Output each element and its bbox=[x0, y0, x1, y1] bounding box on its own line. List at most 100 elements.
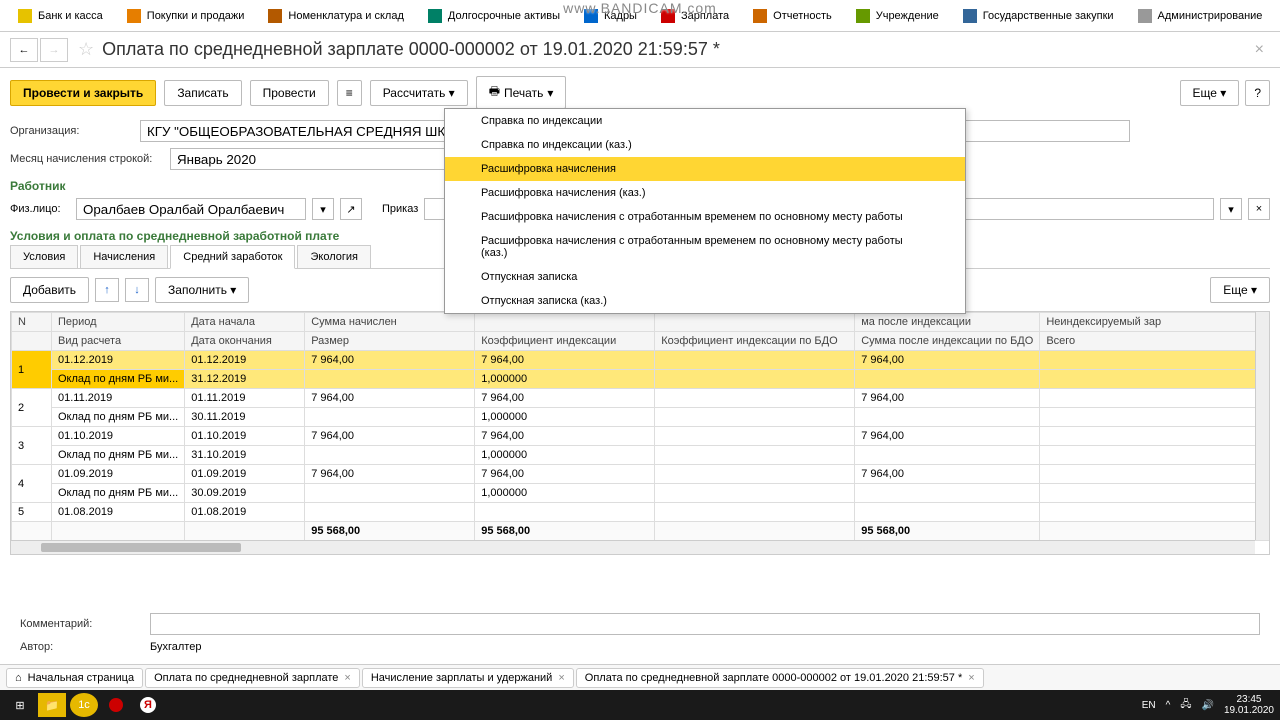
comment-label: Комментарий: bbox=[20, 618, 150, 630]
windows-taskbar: ⊞ 📁 1c Я EN ^ 🖧 🔊 23:45 19.01.2020 bbox=[0, 690, 1280, 720]
move-down-icon[interactable]: ↓ bbox=[125, 278, 149, 302]
1c-icon[interactable]: 1c bbox=[70, 693, 98, 717]
table-row[interactable]: Оклад по дням РБ ми...30.11.20191,000000 bbox=[12, 408, 1269, 427]
print-dropdown-menu: Справка по индексации Справка по индекса… bbox=[444, 108, 966, 314]
fill-button[interactable]: Заполнить ▾ bbox=[155, 277, 249, 303]
print-button[interactable]: 🖶Печать ▾ bbox=[476, 76, 567, 109]
table-row[interactable]: 201.11.201901.11.20197 964,007 964,007 9… bbox=[12, 389, 1269, 408]
nav-org[interactable]: Учреждение bbox=[844, 0, 951, 31]
nav-label: Покупки и продажи bbox=[147, 10, 245, 22]
tab-average-salary[interactable]: Средний заработок bbox=[170, 245, 295, 269]
yandex-icon[interactable]: Я bbox=[134, 693, 162, 717]
table-row[interactable]: 301.10.201901.10.20197 964,007 964,007 9… bbox=[12, 427, 1269, 446]
post-button[interactable]: Провести bbox=[250, 80, 329, 106]
month-input[interactable] bbox=[170, 148, 470, 170]
header-row-1: N Период Дата начала Сумма начислен ма п… bbox=[12, 313, 1269, 332]
tab-close-icon[interactable]: × bbox=[344, 672, 350, 684]
list-icon-button[interactable]: ≡ bbox=[337, 80, 362, 106]
print-item-decoding-worked[interactable]: Расшифровка начисления с отработанным вр… bbox=[445, 205, 965, 229]
window-tab-3[interactable]: Оплата по среднедневной зарплате 0000-00… bbox=[576, 668, 984, 688]
volume-icon[interactable]: 🔊 bbox=[1201, 700, 1213, 711]
author-label: Автор: bbox=[20, 641, 150, 653]
window-tabs: ⌂Начальная страница Оплата по среднеднев… bbox=[0, 664, 1280, 690]
add-button[interactable]: Добавить bbox=[10, 277, 89, 303]
comment-input[interactable] bbox=[150, 613, 1260, 635]
nav-label: Долгосрочные активы bbox=[448, 10, 560, 22]
nav-procurement[interactable]: Государственные закупки bbox=[951, 0, 1126, 31]
help-button[interactable]: ? bbox=[1245, 80, 1270, 106]
tab-ecology[interactable]: Экология bbox=[297, 245, 371, 268]
month-label: Месяц начисления строкой: bbox=[10, 153, 170, 165]
employee-label: Физ.лицо: bbox=[10, 203, 70, 215]
print-item-decoding[interactable]: Расшифровка начисления bbox=[445, 157, 965, 181]
tray-up-icon[interactable]: ^ bbox=[1166, 700, 1171, 711]
nav-bank[interactable]: Банк и касса bbox=[6, 0, 115, 31]
header-row-2: Вид расчета Дата окончания Размер Коэффи… bbox=[12, 332, 1269, 351]
bottom-form: Комментарий: Автор: Бухгалтер bbox=[0, 606, 1280, 660]
window-tab-1[interactable]: Оплата по среднедневной зарплате× bbox=[145, 668, 360, 688]
table-row[interactable]: 401.09.201901.09.20197 964,007 964,007 9… bbox=[12, 465, 1269, 484]
calculate-button[interactable]: Рассчитать ▾ bbox=[370, 80, 468, 106]
print-item-decoding-kaz[interactable]: Расшифровка начисления (каз.) bbox=[445, 181, 965, 205]
start-icon[interactable]: ⊞ bbox=[6, 693, 34, 717]
window-tab-2[interactable]: Начисление зарплаты и удержаний× bbox=[362, 668, 574, 688]
nav-reports[interactable]: Отчетность bbox=[741, 0, 844, 31]
tab-more-button[interactable]: Еще ▾ bbox=[1210, 277, 1270, 303]
clock[interactable]: 23:45 19.01.2020 bbox=[1224, 694, 1274, 716]
employee-input[interactable] bbox=[76, 198, 306, 220]
watermark: www.BANDICAM.com bbox=[563, 0, 717, 16]
employee-dropdown-icon[interactable]: ▾ bbox=[312, 198, 334, 220]
table-row[interactable]: Оклад по дням РБ ми...30.09.20191,000000 bbox=[12, 484, 1269, 503]
close-icon[interactable]: × bbox=[1249, 41, 1270, 59]
tab-accruals[interactable]: Начисления bbox=[80, 245, 168, 268]
tab-close-icon[interactable]: × bbox=[968, 672, 974, 684]
horizontal-scrollbar[interactable] bbox=[11, 540, 1255, 554]
table-row[interactable]: Оклад по дням РБ ми...31.12.20191,000000 bbox=[12, 370, 1269, 389]
nav-label: Отчетность bbox=[773, 10, 832, 22]
printer-icon: 🖶 bbox=[489, 82, 500, 103]
table-row[interactable]: 101.12.201901.12.20197 964,007 964,007 9… bbox=[12, 351, 1269, 370]
explorer-icon[interactable]: 📁 bbox=[38, 693, 66, 717]
record-icon[interactable] bbox=[102, 693, 130, 717]
system-tray: EN ^ 🖧 🔊 23:45 19.01.2020 bbox=[1142, 694, 1274, 716]
nav-label: Банк и касса bbox=[38, 10, 103, 22]
author-value: Бухгалтер bbox=[150, 641, 201, 653]
forward-button[interactable]: → bbox=[40, 38, 68, 62]
vertical-scrollbar[interactable] bbox=[1255, 312, 1269, 540]
nav-purchases[interactable]: Покупки и продажи bbox=[115, 0, 257, 31]
more-button[interactable]: Еще ▾ bbox=[1180, 80, 1240, 106]
print-item-leave-note[interactable]: Отпускная записка bbox=[445, 265, 965, 289]
save-button[interactable]: Записать bbox=[164, 80, 241, 106]
network-icon[interactable]: 🖧 bbox=[1180, 697, 1191, 714]
data-grid: N Период Дата начала Сумма начислен ма п… bbox=[10, 311, 1270, 555]
title-bar: ← → ☆ Оплата по среднедневной зарплате 0… bbox=[0, 32, 1280, 68]
table-row[interactable]: Оклад по дням РБ ми...31.10.20191,000000 bbox=[12, 446, 1269, 465]
table-row[interactable]: 501.08.201901.08.2019 bbox=[12, 503, 1269, 522]
tab-close-icon[interactable]: × bbox=[558, 672, 564, 684]
page-title: Оплата по среднедневной зарплате 0000-00… bbox=[102, 39, 1249, 60]
nav-nomenclature[interactable]: Номенклатура и склад bbox=[256, 0, 415, 31]
nav-label: Номенклатура и склад bbox=[288, 10, 403, 22]
move-up-icon[interactable]: ↑ bbox=[95, 278, 119, 302]
org-label: Организация: bbox=[10, 125, 140, 137]
nav-label: Учреждение bbox=[876, 10, 939, 22]
print-item-index[interactable]: Справка по индексации bbox=[445, 109, 965, 133]
nav-assets[interactable]: Долгосрочные активы bbox=[416, 0, 572, 31]
favorite-icon[interactable]: ☆ bbox=[78, 39, 94, 60]
employee-open-icon[interactable]: ↗ bbox=[340, 198, 362, 220]
nav-admin[interactable]: Администрирование bbox=[1126, 0, 1275, 31]
order-clear-icon[interactable]: × bbox=[1248, 198, 1270, 220]
nav-label: Администрирование bbox=[1158, 10, 1263, 22]
order-label: Приказ bbox=[382, 203, 418, 215]
nav-label: Государственные закупки bbox=[983, 10, 1114, 22]
tab-conditions[interactable]: Условия bbox=[10, 245, 78, 268]
order-dropdown-icon[interactable]: ▾ bbox=[1220, 198, 1242, 220]
print-item-leave-note-kaz[interactable]: Отпускная записка (каз.) bbox=[445, 289, 965, 313]
lang-indicator[interactable]: EN bbox=[1142, 700, 1156, 711]
commit-close-button[interactable]: Провести и закрыть bbox=[10, 80, 156, 106]
home-icon: ⌂ bbox=[15, 672, 22, 684]
home-tab[interactable]: ⌂Начальная страница bbox=[6, 668, 143, 688]
print-item-decoding-worked-kaz[interactable]: Расшифровка начисления с отработанным вр… bbox=[445, 229, 965, 265]
back-button[interactable]: ← bbox=[10, 38, 38, 62]
print-item-index-kaz[interactable]: Справка по индексации (каз.) bbox=[445, 133, 965, 157]
